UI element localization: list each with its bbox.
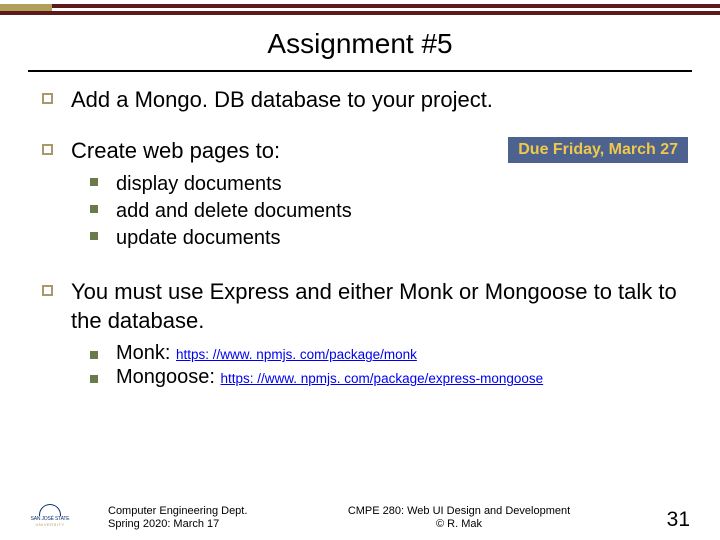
footer-center: CMPE 280: Web UI Design and Development … (288, 505, 630, 533)
footer-term: Spring 2020: March 17 (108, 518, 288, 532)
bullet-filled-square-icon (90, 205, 98, 213)
bullet-open-square-icon (42, 144, 53, 155)
sjsu-logo: SAN JOSÉ STATE UNIVERSITY (30, 498, 70, 532)
bullet-text: Add a Mongo. DB database to your project… (71, 86, 493, 115)
title-underline (28, 70, 692, 72)
top-rule-bars (0, 0, 720, 20)
slide-footer: SAN JOSÉ STATE UNIVERSITY Computer Engin… (0, 498, 720, 532)
link-label: Monk: (116, 342, 176, 364)
footer-left: Computer Engineering Dept. Spring 2020: … (108, 505, 288, 533)
footer-dept: Computer Engineering Dept. (108, 505, 288, 519)
bullet-text: You must use Express and either Monk or … (71, 278, 688, 335)
bullet-filled-square-icon (90, 232, 98, 240)
due-date-badge: Due Friday, March 27 (508, 137, 688, 163)
bullet-filled-square-icon (90, 375, 98, 383)
logo-text: SAN JOSÉ STATE (31, 517, 70, 522)
sub-bullet-text: display documents (116, 171, 282, 198)
slide-body: Add a Mongo. DB database to your project… (42, 86, 688, 389)
link-label: Mongoose: (116, 366, 221, 388)
slide-number: 31 (630, 508, 690, 532)
top-accent-block (0, 4, 52, 15)
footer-author: © R. Mak (288, 518, 630, 532)
sub-bullet-text: add and delete documents (116, 198, 352, 225)
bullet-filled-square-icon (90, 178, 98, 186)
logo-emblem-icon (39, 504, 61, 516)
footer-course: CMPE 280: Web UI Design and Development (288, 505, 630, 519)
slide-title: Assignment #5 (0, 28, 720, 60)
sub-bullet-text: update documents (116, 225, 281, 252)
bullet-open-square-icon (42, 93, 53, 104)
mongoose-link[interactable]: https: //www. npmjs. com/package/express… (221, 371, 544, 386)
bullet-filled-square-icon (90, 351, 98, 359)
logo-subtext: UNIVERSITY (35, 523, 64, 527)
bullet-text: Create web pages to: (71, 137, 280, 166)
bullet-open-square-icon (42, 285, 53, 296)
monk-link[interactable]: https: //www. npmjs. com/package/monk (176, 347, 417, 362)
